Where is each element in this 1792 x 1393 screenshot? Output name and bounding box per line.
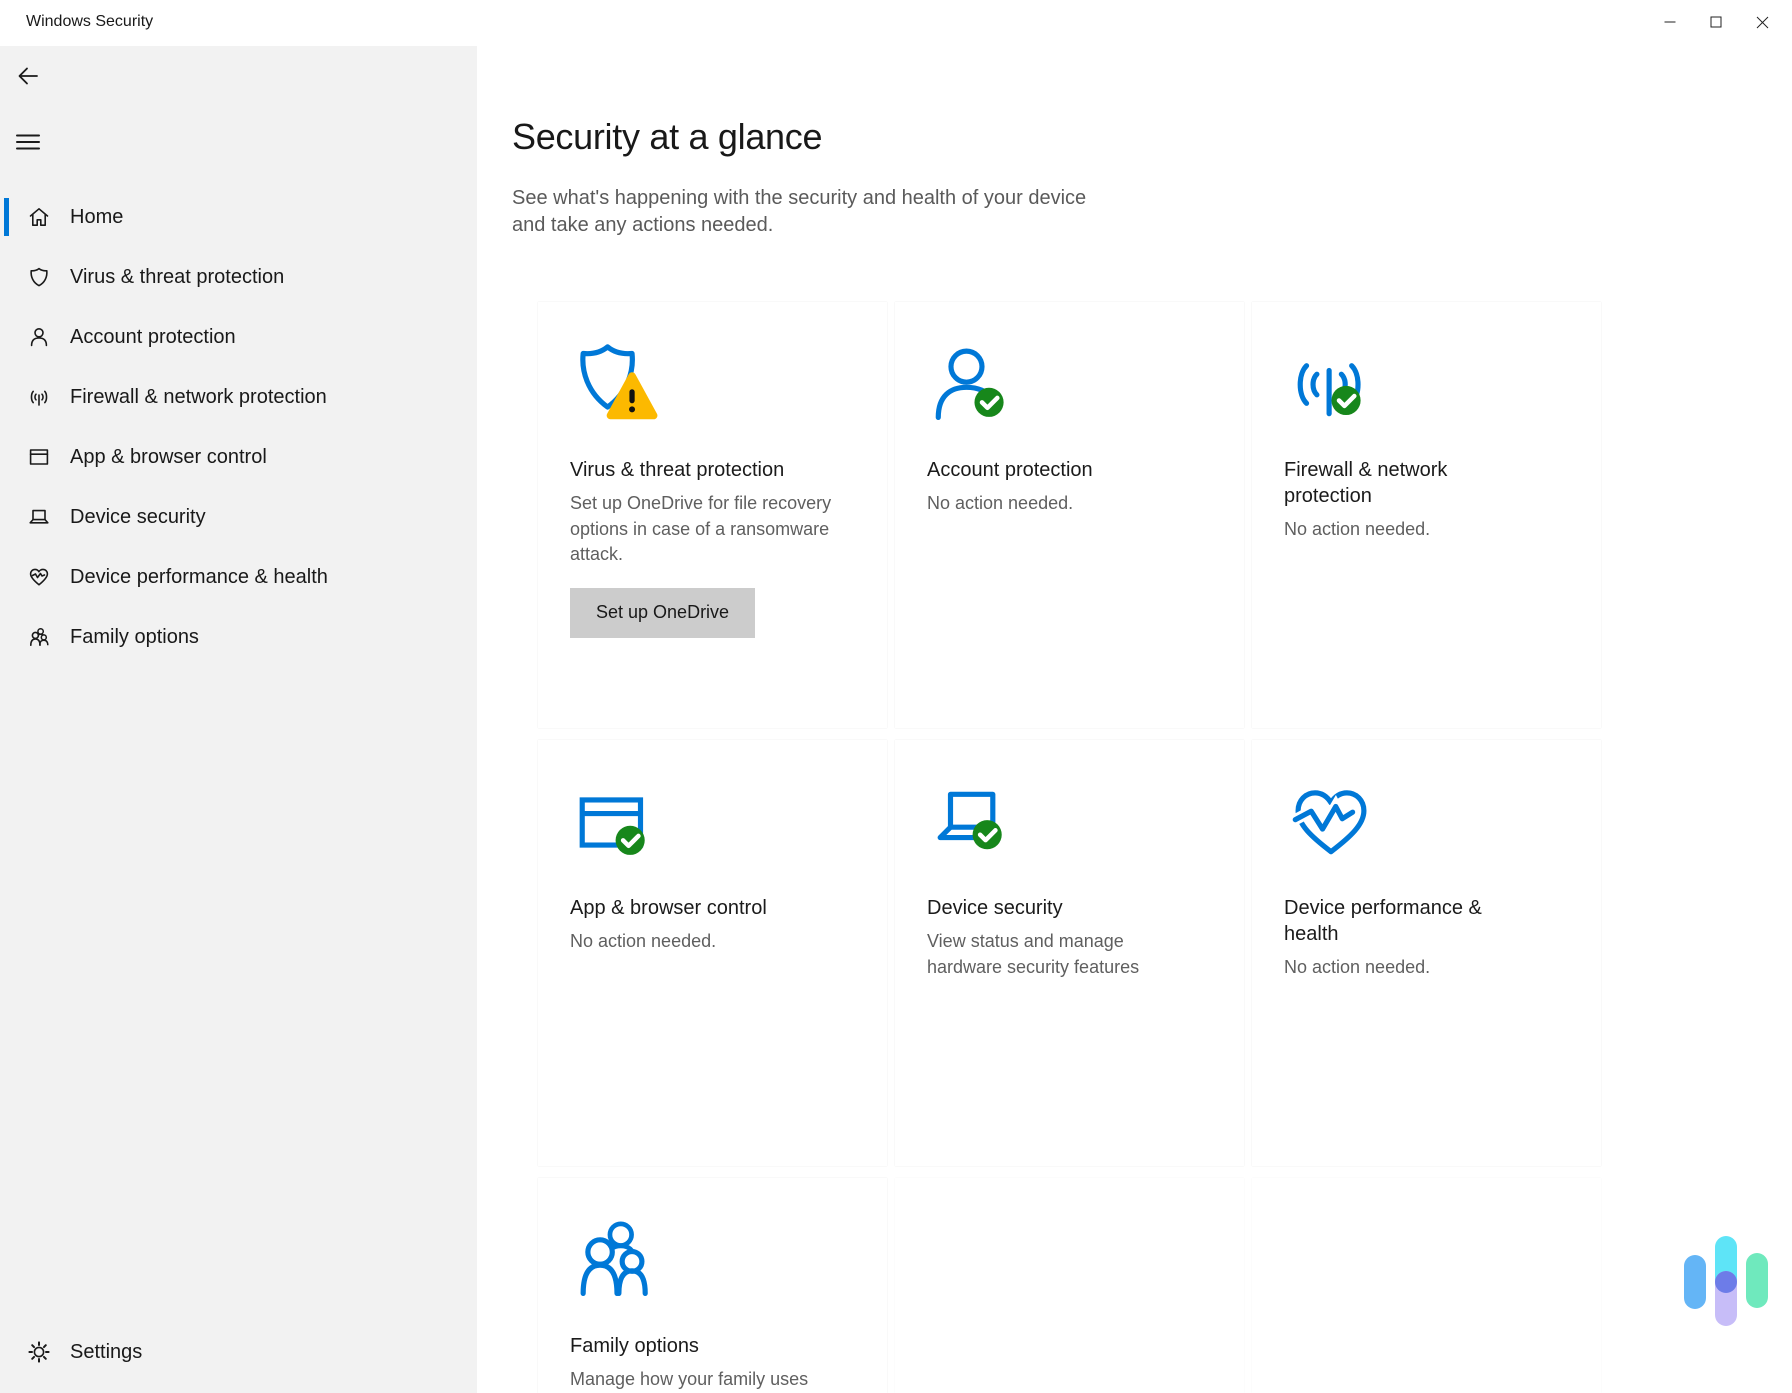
sidebar-item-virus-threat-protection[interactable]: Virus & threat protection: [0, 247, 477, 307]
maximize-button[interactable]: [1693, 0, 1739, 44]
sidebar-item-settings[interactable]: Settings: [0, 1322, 477, 1382]
sidebar-item-label: Device security: [70, 506, 206, 529]
hamburger-menu-icon: [14, 128, 42, 159]
card-title: Family options: [570, 1333, 855, 1359]
sidebar-item-device-performance-health[interactable]: Device performance & health: [0, 547, 477, 607]
card-title: Device performance & health: [1284, 895, 1569, 947]
card-description: Manage how your family uses their device…: [570, 1367, 855, 1393]
sidebar: Home Virus & threat protection Account pro…: [0, 46, 477, 1393]
sidebar-item-label: Family options: [70, 626, 199, 649]
page-subtitle: See what's happening with the security a…: [512, 185, 1086, 239]
set-up-onedrive-button[interactable]: Set up OneDrive: [570, 588, 755, 638]
window-controls: [1647, 0, 1785, 44]
card-description: No action needed.: [1284, 955, 1569, 981]
person-icon: [27, 325, 51, 349]
laptop-icon: [27, 505, 51, 529]
watermark-bar-mint: [1746, 1253, 1768, 1308]
card-title: Virus & threat protection: [570, 457, 855, 483]
window-check-icon: [570, 780, 855, 865]
sidebar-item-app-browser-control[interactable]: App & browser control: [0, 427, 477, 487]
sidebar-item-firewall-network-protection[interactable]: Firewall & network protection: [0, 367, 477, 427]
close-icon: [1756, 16, 1769, 29]
family-group-icon: [570, 1218, 855, 1303]
page-title: Security at a glance: [512, 116, 822, 158]
shield-icon: [27, 265, 51, 289]
watermark-logo: [1684, 1236, 1768, 1326]
card-title: Device security: [927, 895, 1212, 921]
laptop-check-icon: [927, 780, 1212, 865]
watermark-bar-blue: [1684, 1255, 1706, 1309]
card-description: Set up OneDrive for file recovery option…: [570, 491, 855, 568]
home-icon: [27, 205, 51, 229]
card-family-options[interactable]: Family options Manage how your family use…: [538, 1178, 887, 1393]
sidebar-item-family-options[interactable]: Family options: [0, 607, 477, 667]
back-button[interactable]: [11, 60, 45, 94]
sidebar-item-label: App & browser control: [70, 446, 267, 469]
card-title: App & browser control: [570, 895, 855, 921]
selected-accent-bar: [4, 198, 9, 236]
sidebar-item-label: Firewall & network protection: [70, 386, 327, 409]
empty-card-cell: [895, 1178, 1244, 1393]
sidebar-item-label: Device performance & health: [70, 566, 328, 589]
minimize-button[interactable]: [1647, 0, 1693, 44]
card-device-performance-health[interactable]: Device performance & health No action nee…: [1252, 740, 1601, 1166]
shield-warning-icon: [570, 342, 855, 427]
card-firewall-network-protection[interactable]: Firewall & network protection No action n…: [1252, 302, 1601, 728]
sidebar-item-device-security[interactable]: Device security: [0, 487, 477, 547]
sidebar-item-label: Settings: [70, 1341, 142, 1364]
sidebar-item-home[interactable]: Home: [0, 187, 477, 247]
card-description: No action needed.: [570, 929, 855, 955]
close-button[interactable]: [1739, 0, 1785, 44]
sidebar-item-account-protection[interactable]: Account protection: [0, 307, 477, 367]
sidebar-item-label: Account protection: [70, 326, 236, 349]
back-arrow-icon: [14, 62, 42, 93]
empty-card-cell: [1252, 1178, 1601, 1393]
title-bar: Windows Security: [0, 0, 1792, 46]
gear-icon: [27, 1340, 51, 1364]
window-icon: [27, 445, 51, 469]
card-title: Account protection: [927, 457, 1212, 483]
card-account-protection[interactable]: Account protection No action needed.: [895, 302, 1244, 728]
heart-pulse-icon: [1284, 780, 1569, 865]
card-virus-threat-protection[interactable]: Virus & threat protection Set up OneDrive…: [538, 302, 887, 728]
menu-button[interactable]: [11, 126, 45, 160]
card-device-security[interactable]: Device security View status and manage ha…: [895, 740, 1244, 1166]
sidebar-item-label: Virus & threat protection: [70, 266, 284, 289]
sidebar-nav: Home Virus & threat protection Account pro…: [0, 187, 477, 667]
card-description: No action needed.: [1284, 517, 1569, 543]
watermark-dot-indigo: [1715, 1271, 1737, 1293]
card-description: View status and manage hardware security…: [927, 929, 1212, 980]
sidebar-item-label: Home: [70, 206, 123, 229]
heart-icon: [27, 565, 51, 589]
network-icon: [27, 385, 51, 409]
card-description: No action needed.: [927, 491, 1212, 517]
main-content: Security at a glance See what's happenin…: [477, 46, 1792, 1393]
family-icon: [27, 625, 51, 649]
card-app-browser-control[interactable]: App & browser control No action needed.: [538, 740, 887, 1166]
window-title: Windows Security: [26, 13, 153, 31]
security-card-grid: Virus & threat protection Set up OneDrive…: [538, 302, 1601, 1393]
card-title: Firewall & network protection: [1284, 457, 1569, 509]
network-check-icon: [1284, 342, 1569, 427]
maximize-icon: [1710, 16, 1722, 28]
person-check-icon: [927, 342, 1212, 427]
minimize-icon: [1664, 16, 1676, 28]
windows-security-app: Windows Security Home Virus & threat prot…: [0, 0, 1792, 1393]
